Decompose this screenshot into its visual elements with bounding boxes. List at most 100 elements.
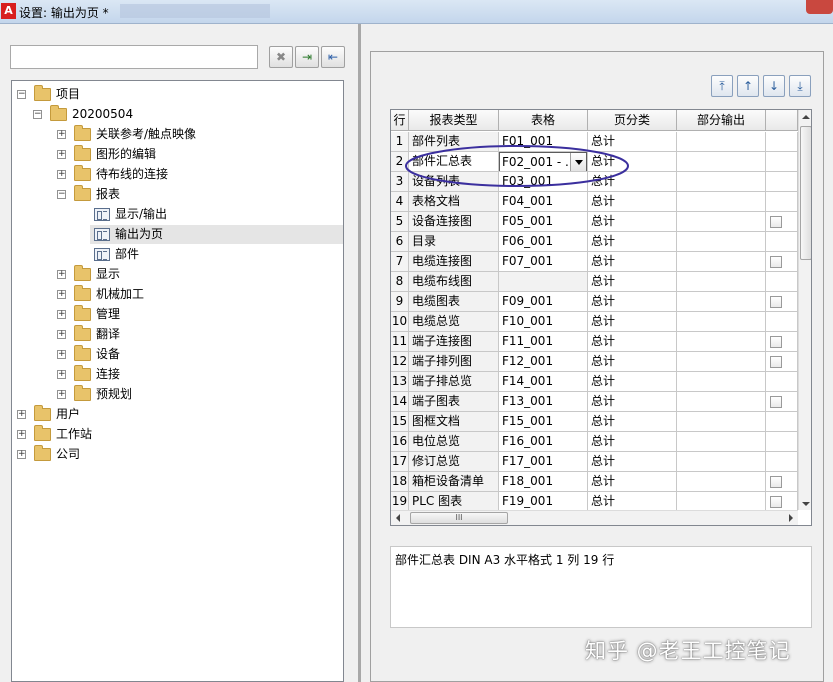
partial-output-cell[interactable] (677, 132, 766, 152)
scroll-thumb[interactable] (800, 126, 811, 260)
checkbox-cell[interactable] (766, 212, 798, 232)
form-cell[interactable]: F05_001 (499, 212, 588, 232)
form-cell[interactable]: F03_001 (499, 172, 588, 192)
form-cell[interactable]: F09_001 (499, 292, 588, 312)
checkbox-cell[interactable] (766, 172, 798, 192)
expand-icon[interactable]: + (57, 350, 66, 359)
report-type-cell[interactable]: 目录 (409, 232, 499, 252)
report-type-cell[interactable]: 电缆连接图 (409, 252, 499, 272)
checkbox-cell[interactable] (766, 232, 798, 252)
report-type-cell[interactable]: 电缆布线图 (409, 272, 499, 292)
partial-output-cell[interactable] (677, 152, 766, 172)
tree-node[interactable]: + 连接 (12, 365, 343, 384)
report-type-cell[interactable]: 表格文档 (409, 192, 499, 212)
row-checkbox[interactable] (770, 296, 782, 308)
page-class-cell[interactable]: 总计 (588, 412, 677, 432)
scroll-up-icon[interactable] (802, 115, 810, 119)
collapse-icon[interactable]: − (33, 110, 42, 119)
scroll-down-icon[interactable] (802, 502, 810, 506)
partial-output-cell[interactable] (677, 412, 766, 432)
page-class-cell[interactable]: 总计 (588, 212, 677, 232)
page-class-cell[interactable]: 总计 (588, 332, 677, 352)
page-class-cell[interactable]: 总计 (588, 132, 677, 152)
partial-output-cell[interactable] (677, 492, 766, 512)
settings-tree[interactable]: − 项目 − 20200504 + 关联参考/触点映像 + 图形的编辑 + 待布线的连接 − 报表 显示… (11, 80, 344, 682)
expand-icon[interactable]: + (57, 330, 66, 339)
checkbox-cell[interactable] (766, 492, 798, 512)
report-type-cell[interactable]: 部件列表 (409, 132, 499, 152)
form-cell[interactable]: F10_001 (499, 312, 588, 332)
tree-node[interactable]: + 公司 (12, 445, 343, 464)
import-button[interactable]: ⇥ (295, 46, 319, 68)
expand-icon[interactable]: + (57, 290, 66, 299)
report-type-cell[interactable]: 电缆图表 (409, 292, 499, 312)
page-class-cell[interactable]: 总计 (588, 492, 677, 512)
partial-output-cell[interactable] (677, 232, 766, 252)
move-top-button[interactable]: ⤒ (711, 75, 733, 97)
settings-search-input[interactable] (10, 45, 258, 69)
partial-output-cell[interactable] (677, 432, 766, 452)
checkbox-cell[interactable] (766, 192, 798, 212)
close-button[interactable] (806, 0, 833, 14)
form-cell[interactable]: F12_001 (499, 352, 588, 372)
extra-header[interactable] (766, 110, 798, 131)
partial-output-cell[interactable] (677, 272, 766, 292)
tree-node[interactable]: + 预规划 (12, 385, 343, 404)
report-type-cell[interactable]: 箱柜设备清单 (409, 472, 499, 492)
page-class-cell[interactable]: 总计 (588, 152, 677, 172)
expand-icon[interactable]: + (57, 150, 66, 159)
partial-output-cell[interactable] (677, 452, 766, 472)
report-type-cell[interactable]: 部件汇总表 (409, 152, 499, 172)
report-type-cell[interactable]: 设备连接图 (409, 212, 499, 232)
expand-icon[interactable]: + (57, 390, 66, 399)
checkbox-cell[interactable] (766, 352, 798, 372)
tree-node[interactable]: + 设备 (12, 345, 343, 364)
checkbox-cell[interactable] (766, 272, 798, 292)
form-cell[interactable]: F06_001 (499, 232, 588, 252)
expand-icon[interactable]: + (57, 270, 66, 279)
page-class-cell[interactable]: 总计 (588, 352, 677, 372)
form-cell[interactable]: F18_001 (499, 472, 588, 492)
partial-output-cell[interactable] (677, 372, 766, 392)
report-type-cell[interactable]: 端子连接图 (409, 332, 499, 352)
page-class-cell[interactable]: 总计 (588, 272, 677, 292)
clear-search-button[interactable]: ✖ (269, 46, 293, 68)
row-checkbox[interactable] (770, 356, 782, 368)
report-type-cell[interactable]: PLC 图表 (409, 492, 499, 512)
checkbox-cell[interactable] (766, 292, 798, 312)
expand-icon[interactable]: + (57, 170, 66, 179)
tree-node[interactable]: + 机械加工 (12, 285, 343, 304)
page-class-cell[interactable]: 总计 (588, 252, 677, 272)
row-checkbox[interactable] (770, 396, 782, 408)
report-type-cell[interactable]: 电缆总览 (409, 312, 499, 332)
collapse-icon[interactable]: − (17, 90, 26, 99)
collapse-icon[interactable]: − (57, 190, 66, 199)
form-cell[interactable]: F16_001 (499, 432, 588, 452)
form-header[interactable]: 表格 (499, 110, 588, 131)
tree-node[interactable]: + 图形的编辑 (12, 145, 343, 164)
page-class-cell[interactable]: 总计 (588, 312, 677, 332)
checkbox-cell[interactable] (766, 472, 798, 492)
form-cell[interactable]: F15_001 (499, 412, 588, 432)
expand-icon[interactable]: + (57, 130, 66, 139)
form-cell[interactable]: F02_001 - ... (499, 152, 588, 172)
row-number-header[interactable]: 行 (391, 110, 409, 131)
page-class-cell[interactable]: 总计 (588, 372, 677, 392)
page-class-cell[interactable]: 总计 (588, 432, 677, 452)
form-cell[interactable] (499, 272, 588, 292)
expand-icon[interactable]: + (17, 450, 26, 459)
partial-output-cell[interactable] (677, 252, 766, 272)
checkbox-cell[interactable] (766, 312, 798, 332)
checkbox-cell[interactable] (766, 392, 798, 412)
row-checkbox[interactable] (770, 216, 782, 228)
row-checkbox[interactable] (770, 336, 782, 348)
report-type-cell[interactable]: 图框文档 (409, 412, 499, 432)
partial-output-cell[interactable] (677, 312, 766, 332)
scroll-right-icon[interactable] (789, 514, 793, 522)
partial-output-cell[interactable] (677, 292, 766, 312)
row-checkbox[interactable] (770, 476, 782, 488)
table-vertical-scrollbar[interactable] (798, 110, 811, 510)
tree-node[interactable]: 部件 (12, 245, 343, 264)
partial-output-cell[interactable] (677, 392, 766, 412)
form-cell[interactable]: F19_001 (499, 492, 588, 512)
